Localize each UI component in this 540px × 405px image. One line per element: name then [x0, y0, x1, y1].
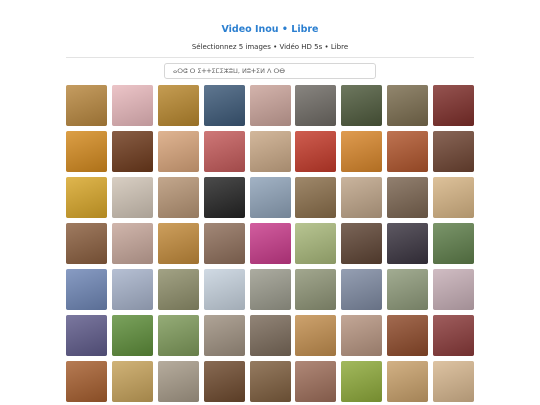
- image-tile-hands-henna[interactable]: [249, 85, 291, 126]
- image-tile-couscous-dish[interactable]: [387, 131, 429, 172]
- image-tile-silver-jewelry[interactable]: [387, 223, 429, 264]
- image-tile-bread-oven[interactable]: [341, 315, 383, 356]
- image-tile-melons[interactable]: [295, 223, 337, 264]
- image-tile-weaving[interactable]: [111, 177, 153, 218]
- image-tile-mountain-road[interactable]: [249, 177, 291, 218]
- image-tile-flowers-colorful[interactable]: [249, 223, 291, 264]
- image-tile-ornate-plate[interactable]: [66, 177, 107, 218]
- image-tile-birds-on-branch[interactable]: [66, 85, 107, 126]
- image-tile-pottery[interactable]: [341, 177, 383, 218]
- image-tile-clay-pot[interactable]: [157, 361, 199, 402]
- image-tile-tagine-fire[interactable]: [111, 131, 153, 172]
- image-tile-market-shelves[interactable]: [433, 131, 475, 172]
- image-tile-festive-dish[interactable]: [387, 361, 429, 402]
- image-tile-canyon[interactable]: [249, 315, 291, 356]
- image-tile-woman-portrait[interactable]: [249, 131, 291, 172]
- image-tile-woman-red-scarf[interactable]: [295, 131, 337, 172]
- image-tile-baskets[interactable]: [157, 177, 199, 218]
- image-tile-grapes[interactable]: [341, 361, 383, 402]
- image-tile-kitchen-scene[interactable]: [249, 361, 291, 402]
- image-tile-dark-arch[interactable]: [203, 177, 245, 218]
- image-tile-market-stall[interactable]: [203, 131, 245, 172]
- image-tile-rooster[interactable]: [341, 85, 383, 126]
- image-tile-woman-headdress[interactable]: [341, 131, 383, 172]
- image-tile-oranges-basket[interactable]: [66, 131, 107, 172]
- image-tile-stone-mill[interactable]: [249, 269, 291, 310]
- image-tile-doorway-light[interactable]: [387, 177, 429, 218]
- image-tile-dunes[interactable]: [295, 315, 337, 356]
- image-tile-village-hills[interactable]: [66, 269, 107, 310]
- image-tile-hanging-goods[interactable]: [66, 361, 107, 402]
- image-tile-lanterns[interactable]: [387, 315, 429, 356]
- image-tile-plains-green[interactable]: [387, 269, 429, 310]
- image-tile-round-platter[interactable]: [433, 361, 475, 402]
- image-tile-souk-street[interactable]: [66, 223, 107, 264]
- image-grid: [66, 85, 475, 402]
- image-tile-mountains[interactable]: [295, 269, 337, 310]
- image-tile-clay-jugs[interactable]: [203, 223, 245, 264]
- image-tile-terrace-fields[interactable]: [157, 269, 199, 310]
- image-tile-decor-items[interactable]: [111, 223, 153, 264]
- image-tile-pomegranate[interactable]: [66, 315, 107, 356]
- search-input[interactable]: [164, 63, 376, 79]
- image-tile-pink-flowers[interactable]: [111, 85, 153, 126]
- image-tile-man-with-staff[interactable]: [387, 85, 429, 126]
- image-tile-glasses-tea[interactable]: [111, 361, 153, 402]
- header-divider: [66, 57, 474, 58]
- image-tile-valley-road[interactable]: [341, 269, 383, 310]
- image-tile-pastry-plate[interactable]: [433, 177, 475, 218]
- image-tile-almond-blossom[interactable]: [433, 269, 475, 310]
- image-tile-rug-shop[interactable]: [341, 223, 383, 264]
- image-tile-wolf[interactable]: [295, 85, 337, 126]
- image-tile-blossom-tree[interactable]: [111, 269, 153, 310]
- image-tile-dates-tray[interactable]: [203, 361, 245, 402]
- image-tile-red-table[interactable]: [433, 315, 475, 356]
- image-tile-desert-mountains[interactable]: [203, 315, 245, 356]
- image-tile-green-valley[interactable]: [433, 223, 475, 264]
- image-tile-hillside-field[interactable]: [157, 315, 199, 356]
- image-tile-clay-oven[interactable]: [295, 177, 337, 218]
- page-subtitle: Sélectionnez 5 images • Vidéo HD 5s • Li…: [191, 43, 349, 51]
- page-title: Video Inou • Libre: [221, 24, 319, 35]
- image-tile-spices-red[interactable]: [433, 85, 475, 126]
- image-tile-desert-camel[interactable]: [157, 85, 199, 126]
- image-tile-blue-door[interactable]: [203, 85, 245, 126]
- image-tile-snowy-forest[interactable]: [203, 269, 245, 310]
- image-tile-bread-hands[interactable]: [157, 131, 199, 172]
- image-tile-vegetables[interactable]: [157, 223, 199, 264]
- image-tile-green-leaves[interactable]: [111, 315, 153, 356]
- image-tile-fabric-display[interactable]: [295, 361, 337, 402]
